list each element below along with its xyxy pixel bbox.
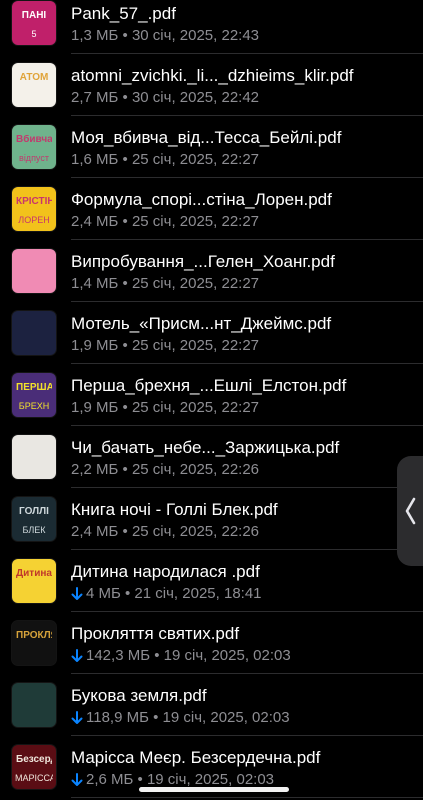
file-name: Прокляття святих.pdf bbox=[71, 624, 240, 643]
thumbnail-subtitle: МАРІССА bbox=[15, 774, 53, 783]
file-name: Дитина народилася .pdf bbox=[71, 562, 260, 581]
file-row[interactable]: Чи_бачать_небе..._Заржицька.pdf 2,2 МБ •… bbox=[0, 426, 423, 488]
file-row[interactable]: Вбивча відпуст Моя_вбивча_від...Тесса_Бе… bbox=[0, 116, 423, 178]
file-thumbnail: Безсердеч МАРІССА bbox=[12, 745, 56, 789]
thumbnail-title: ГОЛЛІ bbox=[19, 507, 49, 517]
thumbnail-title: ПЕРША bbox=[16, 383, 52, 393]
file-thumbnail: ПАНІ 5 bbox=[12, 1, 56, 45]
file-thumbnail bbox=[12, 249, 56, 293]
thumbnail-title: ПРОКЛЯТ bbox=[16, 631, 52, 641]
arrow-down-icon bbox=[71, 586, 83, 600]
file-thumbnail bbox=[12, 683, 56, 727]
thumbnail-subtitle: відпуст bbox=[19, 154, 49, 163]
file-meta: 1,4 МБ • 25 січ, 2025, 22:27 bbox=[71, 274, 393, 293]
file-meta-text: 1,6 МБ • 25 січ, 2025, 22:27 bbox=[71, 151, 260, 168]
file-thumbnail: ГОЛЛІ БЛЕК bbox=[12, 497, 56, 541]
file-meta-text: 1,9 МБ • 25 січ, 2025, 22:27 bbox=[71, 399, 260, 416]
file-name: Перша_брехня_...Ешлі_Елстон.pdf bbox=[71, 376, 347, 395]
file-meta-text: 118,9 МБ • 19 січ, 2025, 02:03 bbox=[86, 709, 290, 726]
file-thumbnail: ПРОКЛЯТ bbox=[12, 621, 56, 665]
file-row[interactable]: КРІСТІН ЛОРЕН Формула_спорі...стіна_Лоре… bbox=[0, 178, 423, 240]
file-meta-text: 2,7 МБ • 30 січ, 2025, 22:42 bbox=[71, 89, 260, 106]
file-row[interactable]: Букова земля.pdf 118,9 МБ • 19 січ, 2025… bbox=[0, 674, 423, 736]
file-meta: 2,7 МБ • 30 січ, 2025, 22:42 bbox=[71, 88, 393, 107]
thumbnail-title: Безсердеч bbox=[16, 755, 52, 765]
file-name: Формула_спорі...стіна_Лорен.pdf bbox=[71, 190, 332, 209]
file-row[interactable]: ПАНІ 5 Pank_57_.pdf 1,3 МБ • 30 січ, 202… bbox=[0, 0, 423, 54]
file-meta-text: 2,4 МБ • 25 січ, 2025, 22:27 bbox=[71, 213, 260, 230]
chevron-left-icon bbox=[405, 497, 416, 525]
file-meta: 142,3 МБ • 19 січ, 2025, 02:03 bbox=[71, 646, 393, 665]
file-row[interactable]: Дитина Дитина народилася .pdf 4 МБ • 21 … bbox=[0, 550, 423, 612]
thumbnail-subtitle: 5 bbox=[31, 30, 37, 39]
arrow-down-icon bbox=[71, 648, 83, 662]
file-row[interactable]: Мотель_«Присм...нт_Джеймс.pdf 1,9 МБ • 2… bbox=[0, 302, 423, 364]
file-meta: 2,4 МБ • 25 січ, 2025, 22:26 bbox=[71, 522, 393, 541]
file-name: Чи_бачать_небе..._Заржицька.pdf bbox=[71, 438, 340, 457]
arrow-down-icon bbox=[71, 772, 83, 786]
file-row[interactable]: АТОМ atomni_zvichki._li..._dzhieims_klir… bbox=[0, 54, 423, 116]
file-name: Pank_57_.pdf bbox=[71, 4, 176, 23]
file-name: atomni_zvichki._li..._dzhieims_klir.pdf bbox=[71, 66, 354, 85]
file-row[interactable]: ГОЛЛІ БЛЕК Книга ночі - Голлі Блек.pdf 2… bbox=[0, 488, 423, 550]
file-meta-text: 142,3 МБ • 19 січ, 2025, 02:03 bbox=[86, 647, 291, 664]
file-meta: 1,9 МБ • 25 січ, 2025, 22:27 bbox=[71, 336, 393, 355]
file-name: Моя_вбивча_від...Тесса_Бейлі.pdf bbox=[71, 128, 342, 147]
file-meta: 1,9 МБ • 25 січ, 2025, 22:27 bbox=[71, 398, 393, 417]
row-separator bbox=[71, 797, 423, 798]
file-meta-text: 1,3 МБ • 30 січ, 2025, 22:43 bbox=[71, 27, 260, 44]
file-meta-text: 2,4 МБ • 25 січ, 2025, 22:26 bbox=[71, 523, 260, 540]
file-name: Випробування_...Гелен_Хоанг.pdf bbox=[71, 252, 335, 271]
thumbnail-subtitle: БЛЕК bbox=[22, 526, 46, 535]
file-meta: 2,4 МБ • 25 січ, 2025, 22:27 bbox=[71, 212, 393, 231]
thumbnail-subtitle: БРЕХН bbox=[18, 402, 50, 411]
file-meta: 1,3 МБ • 30 січ, 2025, 22:43 bbox=[71, 26, 393, 45]
file-meta-text: 2,2 МБ • 25 січ, 2025, 22:26 bbox=[71, 461, 260, 478]
file-list: ПАНІ 5 Pank_57_.pdf 1,3 МБ • 30 січ, 202… bbox=[0, 0, 423, 798]
file-thumbnail bbox=[12, 435, 56, 479]
file-meta-text: 1,4 МБ • 25 січ, 2025, 22:27 bbox=[71, 275, 260, 292]
file-thumbnail: АТОМ bbox=[12, 63, 56, 107]
file-name: Книга ночі - Голлі Блек.pdf bbox=[71, 500, 278, 519]
file-meta-text: 1,9 МБ • 25 січ, 2025, 22:27 bbox=[71, 337, 260, 354]
thumbnail-title: ПАНІ bbox=[21, 11, 47, 21]
file-row[interactable]: ПЕРША БРЕХН Перша_брехня_...Ешлі_Елстон.… bbox=[0, 364, 423, 426]
home-indicator bbox=[139, 787, 289, 792]
thumbnail-subtitle: ЛОРЕН bbox=[18, 216, 50, 225]
sidebar-toggle-handle[interactable] bbox=[397, 456, 423, 566]
file-name: Букова земля.pdf bbox=[71, 686, 207, 705]
file-row[interactable]: Випробування_...Гелен_Хоанг.pdf 1,4 МБ •… bbox=[0, 240, 423, 302]
file-thumbnail: ПЕРША БРЕХН bbox=[12, 373, 56, 417]
thumbnail-title: Дитина bbox=[16, 569, 52, 579]
arrow-down-icon bbox=[71, 710, 83, 724]
file-meta: 4 МБ • 21 січ, 2025, 18:41 bbox=[71, 584, 393, 603]
file-name: Мотель_«Присм...нт_Джеймс.pdf bbox=[71, 314, 332, 333]
thumbnail-title: АТОМ bbox=[19, 73, 49, 83]
file-row[interactable]: ПРОКЛЯТ Прокляття святих.pdf 142,3 МБ • … bbox=[0, 612, 423, 674]
file-thumbnail: Вбивча відпуст bbox=[12, 125, 56, 169]
file-meta: 1,6 МБ • 25 січ, 2025, 22:27 bbox=[71, 150, 393, 169]
file-meta: 118,9 МБ • 19 січ, 2025, 02:03 bbox=[71, 708, 393, 727]
thumbnail-title: Вбивча bbox=[16, 135, 52, 145]
file-thumbnail: КРІСТІН ЛОРЕН bbox=[12, 187, 56, 231]
file-meta-text: 4 МБ • 21 січ, 2025, 18:41 bbox=[86, 585, 262, 602]
thumbnail-title: КРІСТІН bbox=[16, 197, 52, 207]
file-name: Марісса Меєр. Безсердечна.pdf bbox=[71, 748, 321, 767]
file-thumbnail bbox=[12, 311, 56, 355]
file-thumbnail: Дитина bbox=[12, 559, 56, 603]
file-meta: 2,2 МБ • 25 січ, 2025, 22:26 bbox=[71, 460, 393, 479]
